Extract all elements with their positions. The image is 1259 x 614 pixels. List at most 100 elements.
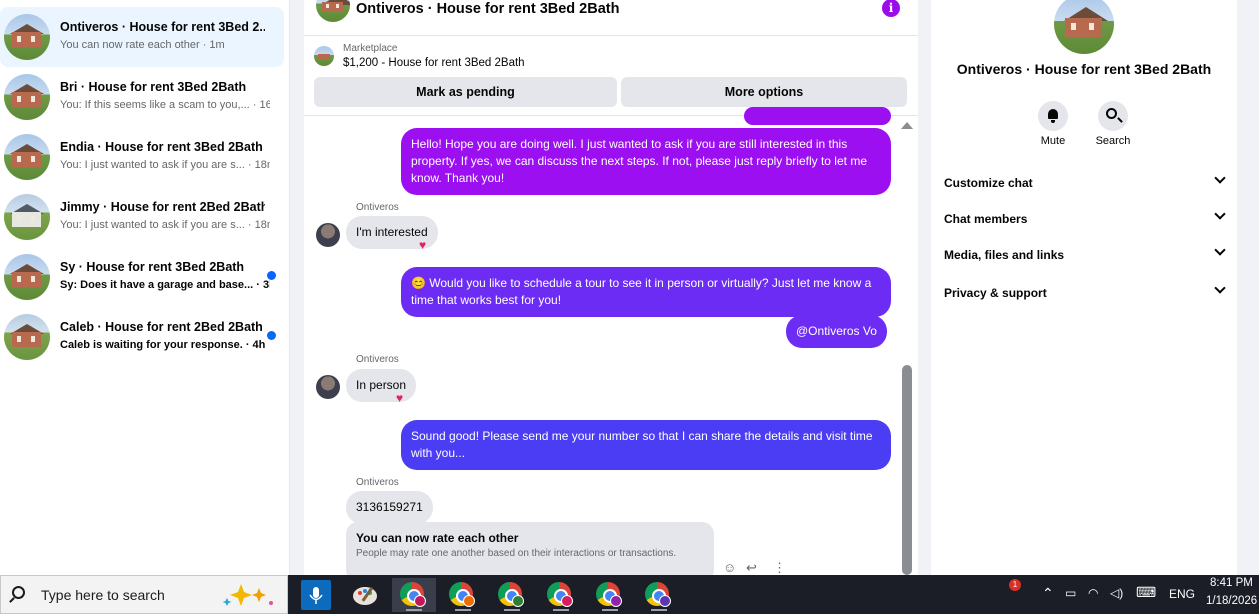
search-button[interactable]: Search bbox=[1083, 101, 1143, 147]
conversation-title: Endia · House for rent 3Bed 2Bath bbox=[60, 140, 263, 154]
clock-date[interactable]: 1/18/2026 bbox=[1206, 595, 1257, 607]
search-icon bbox=[1106, 108, 1117, 119]
chat-members-row[interactable]: Chat members bbox=[944, 208, 1226, 236]
scrollbar-thumb[interactable] bbox=[902, 365, 912, 575]
weather-icon[interactable]: 1 bbox=[992, 579, 1022, 611]
conversation-title: Sy · House for rent 3Bed 2Bath bbox=[60, 260, 245, 274]
search-label: Search bbox=[1095, 135, 1131, 147]
chevron-up-icon[interactable]: ⌃ bbox=[1042, 585, 1054, 602]
scroll-up-arrow-icon[interactable] bbox=[901, 122, 913, 129]
voice-access-icon[interactable] bbox=[301, 580, 331, 610]
chat-panel: Ontiveros · House for rent 3Bed 2Bath i … bbox=[304, 0, 918, 575]
message-bubble-incoming[interactable]: 3136159271 bbox=[346, 491, 433, 524]
message-bubble-outgoing[interactable]: 😊 Would you like to schedule a tour to s… bbox=[401, 267, 891, 317]
conversation-title: Bri · House for rent 3Bed 2Bath bbox=[60, 80, 247, 94]
chat-title[interactable]: Ontiveros · House for rent 3Bed 2Bath bbox=[356, 1, 619, 17]
taskbar-search-placeholder: Type here to search bbox=[41, 587, 165, 603]
listing-thumbnail bbox=[4, 74, 50, 120]
conversation-item-bri[interactable]: Bri · House for rent 3Bed 2Bath You: If … bbox=[0, 67, 284, 127]
sender-name: Ontiveros bbox=[356, 477, 399, 488]
chat-avatar[interactable] bbox=[316, 0, 350, 22]
listing-thumbnail bbox=[4, 314, 50, 360]
row-label: Media, files and links bbox=[944, 248, 1065, 262]
heart-reaction-icon[interactable]: ♥ bbox=[419, 238, 426, 252]
conversation-item-jimmy[interactable]: Jimmy · House for rent 2Bed 2Bath You: I… bbox=[0, 187, 284, 247]
unread-dot bbox=[267, 331, 276, 340]
conversation-preview: You: I just wanted to ask if you are s..… bbox=[60, 159, 270, 171]
row-label: Chat members bbox=[944, 212, 1028, 226]
rating-notice-text: People may rate one another based on the… bbox=[356, 548, 677, 559]
listing-photo[interactable] bbox=[1054, 0, 1114, 54]
conversation-title: Caleb · House for rent 2Bed 2Bath bbox=[60, 320, 263, 334]
taskbar-chrome-profile-1[interactable] bbox=[392, 578, 436, 612]
conversation-preview: You: I just wanted to ask if you are s..… bbox=[60, 219, 270, 231]
keyboard-icon[interactable]: ⌨ bbox=[1136, 584, 1156, 601]
chevron-down-icon bbox=[1214, 172, 1226, 184]
info-panel-title: Ontiveros · House for rent 3Bed 2Bath bbox=[956, 61, 1212, 77]
user-avatar[interactable] bbox=[316, 375, 340, 399]
battery-icon[interactable]: ▭ bbox=[1065, 586, 1076, 600]
conversation-item-ontiveros[interactable]: Ontiveros · House for rent 3Bed 2... You… bbox=[0, 7, 284, 67]
conversation-item-endia[interactable]: Endia · House for rent 3Bed 2Bath You: I… bbox=[0, 127, 284, 187]
emoji-react-icon[interactable]: ☺ bbox=[723, 560, 736, 575]
language-indicator[interactable]: ENG bbox=[1169, 587, 1195, 601]
wifi-icon[interactable]: ◠ bbox=[1088, 586, 1098, 600]
message-thread[interactable]: Hello! Hope you are doing well. I just w… bbox=[304, 107, 918, 575]
conversation-preview: Caleb is waiting for your response. · 4h bbox=[60, 339, 266, 351]
conversation-item-caleb[interactable]: Caleb · House for rent 2Bed 2Bath Caleb … bbox=[0, 307, 284, 367]
conversation-list: Ontiveros · House for rent 3Bed 2... You… bbox=[0, 0, 290, 575]
bell-icon bbox=[1048, 109, 1058, 123]
taskbar-chrome-profile-3[interactable] bbox=[490, 578, 534, 612]
listing-thumbnail bbox=[4, 134, 50, 180]
unread-dot bbox=[267, 271, 276, 280]
heart-reaction-icon[interactable]: ♥ bbox=[396, 391, 403, 405]
taskbar-chrome-profile-6[interactable] bbox=[637, 578, 681, 612]
message-bubble-outgoing[interactable]: @Ontiveros Vo bbox=[786, 315, 887, 348]
notification-badge: 1 bbox=[1009, 579, 1021, 591]
listing-source: Marketplace bbox=[343, 43, 398, 54]
more-icon[interactable]: ⋮ bbox=[773, 560, 786, 575]
more-options-button[interactable]: More options bbox=[621, 77, 907, 107]
conversation-preview: Sy: Does it have a garage and base... · … bbox=[60, 279, 270, 291]
taskbar: Type here to search 1 ⌃ ▭ ◠ ◁) ⌨ ENG 8:4… bbox=[0, 575, 1259, 614]
conversation-item-sy[interactable]: Sy · House for rent 3Bed 2Bath Sy: Does … bbox=[0, 247, 284, 307]
customize-chat-row[interactable]: Customize chat bbox=[944, 172, 1226, 200]
message-bubble-incoming[interactable]: In person bbox=[346, 369, 417, 402]
rating-notice: You can now rate each other People may r… bbox=[346, 522, 714, 575]
search-icon bbox=[12, 586, 25, 599]
paint-app-icon[interactable] bbox=[350, 580, 380, 610]
listing-thumbnail bbox=[4, 194, 50, 240]
chevron-down-icon bbox=[1214, 282, 1226, 294]
row-label: Privacy & support bbox=[944, 286, 1047, 300]
sparkle-icon[interactable] bbox=[219, 580, 279, 610]
taskbar-chrome-profile-5[interactable] bbox=[588, 578, 632, 612]
chevron-down-icon bbox=[1214, 208, 1226, 220]
taskbar-chrome-profile-4[interactable] bbox=[539, 578, 583, 612]
chat-info-panel: Ontiveros · House for rent 3Bed 2Bath Mu… bbox=[931, 0, 1237, 575]
taskbar-search-box[interactable]: Type here to search bbox=[0, 575, 288, 614]
listing-thumbnail bbox=[4, 254, 50, 300]
listing-price-title[interactable]: $1,200 - House for rent 3Bed 2Bath bbox=[343, 57, 525, 69]
listing-thumbnail[interactable] bbox=[314, 46, 334, 66]
reply-icon[interactable]: ↩ bbox=[746, 560, 757, 575]
clock-time[interactable]: 8:41 PM bbox=[1210, 577, 1253, 589]
message-bubble-cut bbox=[744, 107, 891, 125]
listing-thumbnail bbox=[4, 14, 50, 60]
sender-name: Ontiveros bbox=[356, 354, 399, 365]
conversation-title: Ontiveros · House for rent 3Bed 2... bbox=[60, 20, 265, 34]
row-label: Customize chat bbox=[944, 176, 1033, 190]
mark-as-pending-button[interactable]: Mark as pending bbox=[314, 77, 617, 107]
chat-header: Ontiveros · House for rent 3Bed 2Bath i bbox=[304, 0, 918, 36]
message-bubble-outgoing[interactable]: Hello! Hope you are doing well. I just w… bbox=[401, 128, 891, 195]
conversation-preview: You: If this seems like a scam to you,..… bbox=[60, 99, 270, 111]
mute-label: Mute bbox=[1040, 135, 1066, 147]
message-bubble-outgoing[interactable]: Sound good! Please send me your number s… bbox=[401, 420, 891, 470]
media-files-links-row[interactable]: Media, files and links bbox=[944, 244, 1226, 272]
volume-icon[interactable]: ◁) bbox=[1110, 586, 1123, 600]
info-icon[interactable]: i bbox=[882, 0, 900, 17]
privacy-support-row[interactable]: Privacy & support bbox=[944, 282, 1226, 310]
mute-button[interactable]: Mute bbox=[1023, 101, 1083, 147]
conversation-title: Jimmy · House for rent 2Bed 2Bath bbox=[60, 200, 265, 214]
taskbar-chrome-profile-2[interactable] bbox=[441, 578, 485, 612]
user-avatar[interactable] bbox=[316, 223, 340, 247]
